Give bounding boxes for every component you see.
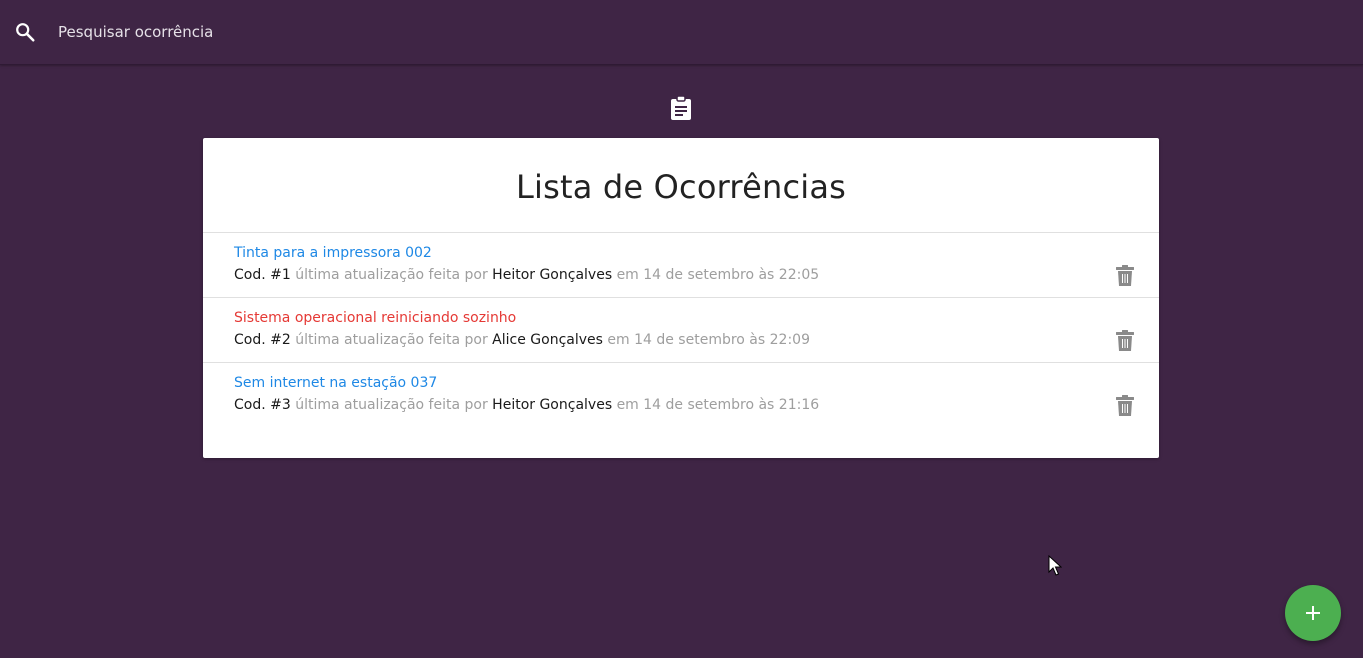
occurrence-title-link[interactable]: Sistema operacional reiniciando sozinho: [234, 310, 516, 326]
author-name: Heitor Gonçalves: [492, 267, 613, 283]
search-input[interactable]: [58, 18, 658, 46]
update-date: em 14 de setembro às 22:05: [616, 267, 820, 283]
update-date: em 14 de setembro às 22:09: [607, 332, 810, 348]
list-item: Sem internet na estação 037 Cod. #3 últi…: [203, 363, 1159, 427]
updated-by-text: última atualização feita por: [295, 332, 488, 348]
trash-icon[interactable]: [1115, 330, 1135, 352]
occurrence-title-link[interactable]: Tinta para a impressora 002: [234, 245, 432, 261]
trash-icon[interactable]: [1115, 265, 1135, 287]
search-icon[interactable]: [14, 21, 36, 43]
occurrence-code: Cod. #1: [234, 267, 291, 283]
page-title: Lista de Ocorrências: [515, 168, 847, 206]
add-occurrence-button[interactable]: [1285, 585, 1341, 641]
occurrence-list-card: Lista de Ocorrências Tinta para a impres…: [203, 138, 1159, 458]
list-item: Sistema operacional reiniciando sozinho …: [203, 298, 1159, 363]
trash-icon[interactable]: [1115, 395, 1135, 417]
updated-by-text: última atualização feita por: [295, 267, 488, 283]
top-app-bar: [0, 0, 1363, 65]
occurrence-meta: Cod. #2 última atualização feita por Ali…: [234, 332, 810, 348]
occurrence-meta: Cod. #3 última atualização feita por Hei…: [234, 397, 819, 413]
mouse-cursor-icon: [1048, 554, 1063, 577]
author-name: Heitor Gonçalves: [492, 397, 613, 413]
occurrence-meta: Cod. #1 última atualização feita por Hei…: [234, 267, 819, 283]
list-item: Tinta para a impressora 002 Cod. #1 últi…: [203, 233, 1159, 298]
occurrence-code: Cod. #3: [234, 397, 291, 413]
plus-icon: [1306, 606, 1320, 620]
occurrence-code: Cod. #2: [234, 332, 291, 348]
clipboard-icon: [669, 95, 693, 121]
occurrence-title-link[interactable]: Sem internet na estação 037: [234, 375, 437, 391]
author-name: Alice Gonçalves: [492, 332, 603, 348]
update-date: em 14 de setembro às 21:16: [616, 397, 820, 413]
updated-by-text: última atualização feita por: [295, 397, 488, 413]
